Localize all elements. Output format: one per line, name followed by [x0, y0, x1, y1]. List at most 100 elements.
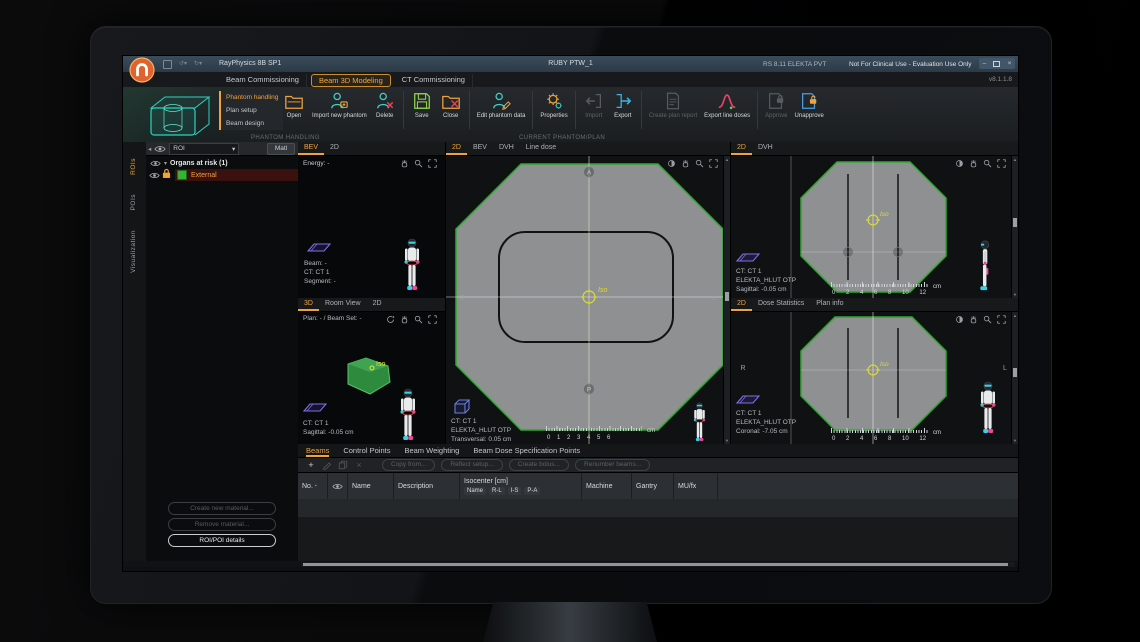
column-no[interactable]: No.▪: [298, 473, 328, 499]
tab-bev[interactable]: BEV: [467, 142, 493, 155]
save-button[interactable]: Save: [411, 89, 433, 119]
approve-button[interactable]: Approve: [765, 89, 787, 119]
tab-line-dose[interactable]: Line dose: [520, 142, 562, 155]
import-new-phantom-button[interactable]: Import new phantom: [312, 89, 367, 119]
tab-2d[interactable]: 2D: [731, 142, 752, 155]
pan-icon[interactable]: [400, 159, 409, 168]
side-tab-visualization[interactable]: Visualization: [130, 230, 137, 278]
column-visibility[interactable]: [328, 473, 348, 499]
slider-up-arrow[interactable]: ▲: [1012, 157, 1018, 162]
copy-beam-icon[interactable]: [338, 460, 348, 470]
pan-icon[interactable]: [400, 315, 409, 324]
reflect-setup-button[interactable]: Reflect setup...: [441, 459, 502, 471]
close-phantom-button[interactable]: Close: [440, 89, 462, 119]
window-level-icon[interactable]: [955, 315, 964, 324]
zoom-icon[interactable]: [695, 159, 704, 168]
nav-phantom-handling[interactable]: Phantom handling: [221, 91, 283, 104]
zoom-icon[interactable]: [983, 159, 992, 168]
subcolumn-is[interactable]: I-S: [508, 487, 522, 495]
slider-down-arrow[interactable]: ▼: [1012, 292, 1018, 297]
pan-icon[interactable]: [969, 315, 978, 324]
tab-control-points[interactable]: Control Points: [343, 444, 390, 457]
undo-icon[interactable]: ↺▾: [179, 60, 187, 69]
tab-plan-info[interactable]: Plan info: [810, 298, 849, 311]
create-new-material-button[interactable]: Create new material...: [168, 502, 276, 515]
rotate-icon[interactable]: [386, 315, 395, 324]
tab-3d[interactable]: 3D: [298, 298, 319, 311]
tab-2d[interactable]: 2D: [446, 142, 467, 155]
create-plan-report-button[interactable]: Create plan report: [649, 89, 697, 119]
column-isocenter[interactable]: Isocenter [cm] Name R-L I-S P-A: [460, 473, 582, 499]
tab-beam-dose-specification-points[interactable]: Beam Dose Specification Points: [473, 444, 580, 457]
tab-beam-commissioning[interactable]: Beam Commissioning: [219, 74, 307, 87]
pin-icon[interactable]: [163, 60, 172, 69]
tab-beams[interactable]: Beams: [306, 444, 329, 457]
renumber-beams-button[interactable]: Renumber beams...: [575, 459, 650, 471]
edit-beam-icon[interactable]: [322, 460, 332, 470]
tab-beam-3d-modeling[interactable]: Beam 3D Modeling: [311, 74, 391, 87]
fit-view-icon[interactable]: [709, 159, 718, 168]
side-tab-rois[interactable]: ROIs: [130, 158, 137, 180]
bev-viewport[interactable]: Energy: - Beam: - CT: CT 1 Segment: -: [298, 156, 445, 298]
fit-view-icon[interactable]: [428, 159, 437, 168]
minimize-button[interactable]: –: [983, 60, 987, 67]
slider-down-arrow[interactable]: ▼: [1012, 438, 1018, 443]
column-name[interactable]: Name: [348, 473, 394, 499]
tab-3d-2d[interactable]: 2D: [367, 298, 388, 311]
slider-up-arrow[interactable]: ▲: [1012, 313, 1018, 318]
window-level-icon[interactable]: [955, 159, 964, 168]
copy-from-button[interactable]: Copy from...: [382, 459, 435, 471]
slider-down-arrow[interactable]: ▼: [724, 438, 730, 443]
roi-row-external[interactable]: External: [146, 169, 298, 181]
delete-phantom-button[interactable]: Delete: [374, 89, 396, 119]
unapprove-button[interactable]: Unapprove: [795, 89, 824, 119]
fit-view-icon[interactable]: [428, 315, 437, 324]
open-button[interactable]: Open: [283, 89, 305, 119]
column-mufx[interactable]: MU/fx: [674, 473, 718, 499]
slider-thumb[interactable]: [725, 292, 729, 301]
fit-view-icon[interactable]: [997, 315, 1006, 324]
zoom-icon[interactable]: [414, 159, 423, 168]
close-button[interactable]: ×: [1008, 60, 1012, 67]
export-line-doses-button[interactable]: Export line doses: [704, 89, 750, 119]
beams-table-empty-row[interactable]: [298, 499, 1018, 517]
tab-beam-weighting[interactable]: Beam Weighting: [404, 444, 459, 457]
fit-view-icon[interactable]: [997, 159, 1006, 168]
zoom-icon[interactable]: [414, 315, 423, 324]
eye-icon[interactable]: [150, 160, 161, 167]
zoom-icon[interactable]: [983, 315, 992, 324]
tab-dvh[interactable]: DVH: [752, 142, 779, 155]
properties-button[interactable]: Properties: [540, 89, 567, 119]
tab-dose-statistics[interactable]: Dose Statistics: [752, 298, 810, 311]
redo-icon[interactable]: ↻▾: [194, 60, 202, 69]
roi-filter-dropdown[interactable]: ROI ▾: [169, 143, 239, 155]
slider-thumb[interactable]: [1013, 218, 1017, 227]
subcolumn-iso-name[interactable]: Name: [464, 487, 486, 495]
beams-table-body[interactable]: [298, 517, 1018, 561]
import-button[interactable]: Import: [583, 89, 605, 119]
slice-slider[interactable]: ▲ ▼: [723, 156, 730, 444]
tab-2d[interactable]: 2D: [731, 298, 752, 311]
slice-slider[interactable]: ▲ ▼: [1011, 312, 1018, 444]
add-beam-icon[interactable]: +: [306, 460, 316, 470]
transversal-viewport[interactable]: A P R L Iso 0 1 2 3 4 5 6: [446, 156, 730, 444]
create-bolus-button[interactable]: Create bolus...: [509, 459, 569, 471]
nav-beam-design[interactable]: Beam design: [221, 117, 283, 130]
scrollbar-thumb[interactable]: [303, 563, 1008, 566]
roi-poi-details-button[interactable]: ROI/POI details: [168, 534, 276, 547]
sagittal-viewport[interactable]: Iso 0 2 4 6 8 10 12 cm CT: CT 1 ELEKTA_H…: [731, 156, 1018, 298]
edit-phantom-data-button[interactable]: Edit phantom data: [477, 89, 526, 119]
3d-viewport[interactable]: Plan: - / Beam Set: - Iso CT: CT: [298, 312, 445, 444]
collapse-panel-icon[interactable]: ◂: [148, 145, 151, 153]
tab-bev-2d[interactable]: 2D: [324, 142, 345, 155]
tab-ct-commissioning[interactable]: CT Commissioning: [395, 74, 473, 87]
coronal-viewport[interactable]: R L Iso 0 2 4 6 8 10 12 cm CT:: [731, 312, 1018, 444]
column-description[interactable]: Description: [394, 473, 460, 499]
column-machine[interactable]: Machine: [582, 473, 632, 499]
remove-material-button[interactable]: Remove material...: [168, 518, 276, 531]
delete-beam-icon[interactable]: ×: [354, 460, 364, 470]
slice-slider[interactable]: ▲ ▼: [1011, 156, 1018, 298]
nav-plan-setup[interactable]: Plan setup: [221, 104, 283, 117]
subcolumn-rl[interactable]: R-L: [489, 487, 505, 495]
tab-bev[interactable]: BEV: [298, 142, 324, 155]
